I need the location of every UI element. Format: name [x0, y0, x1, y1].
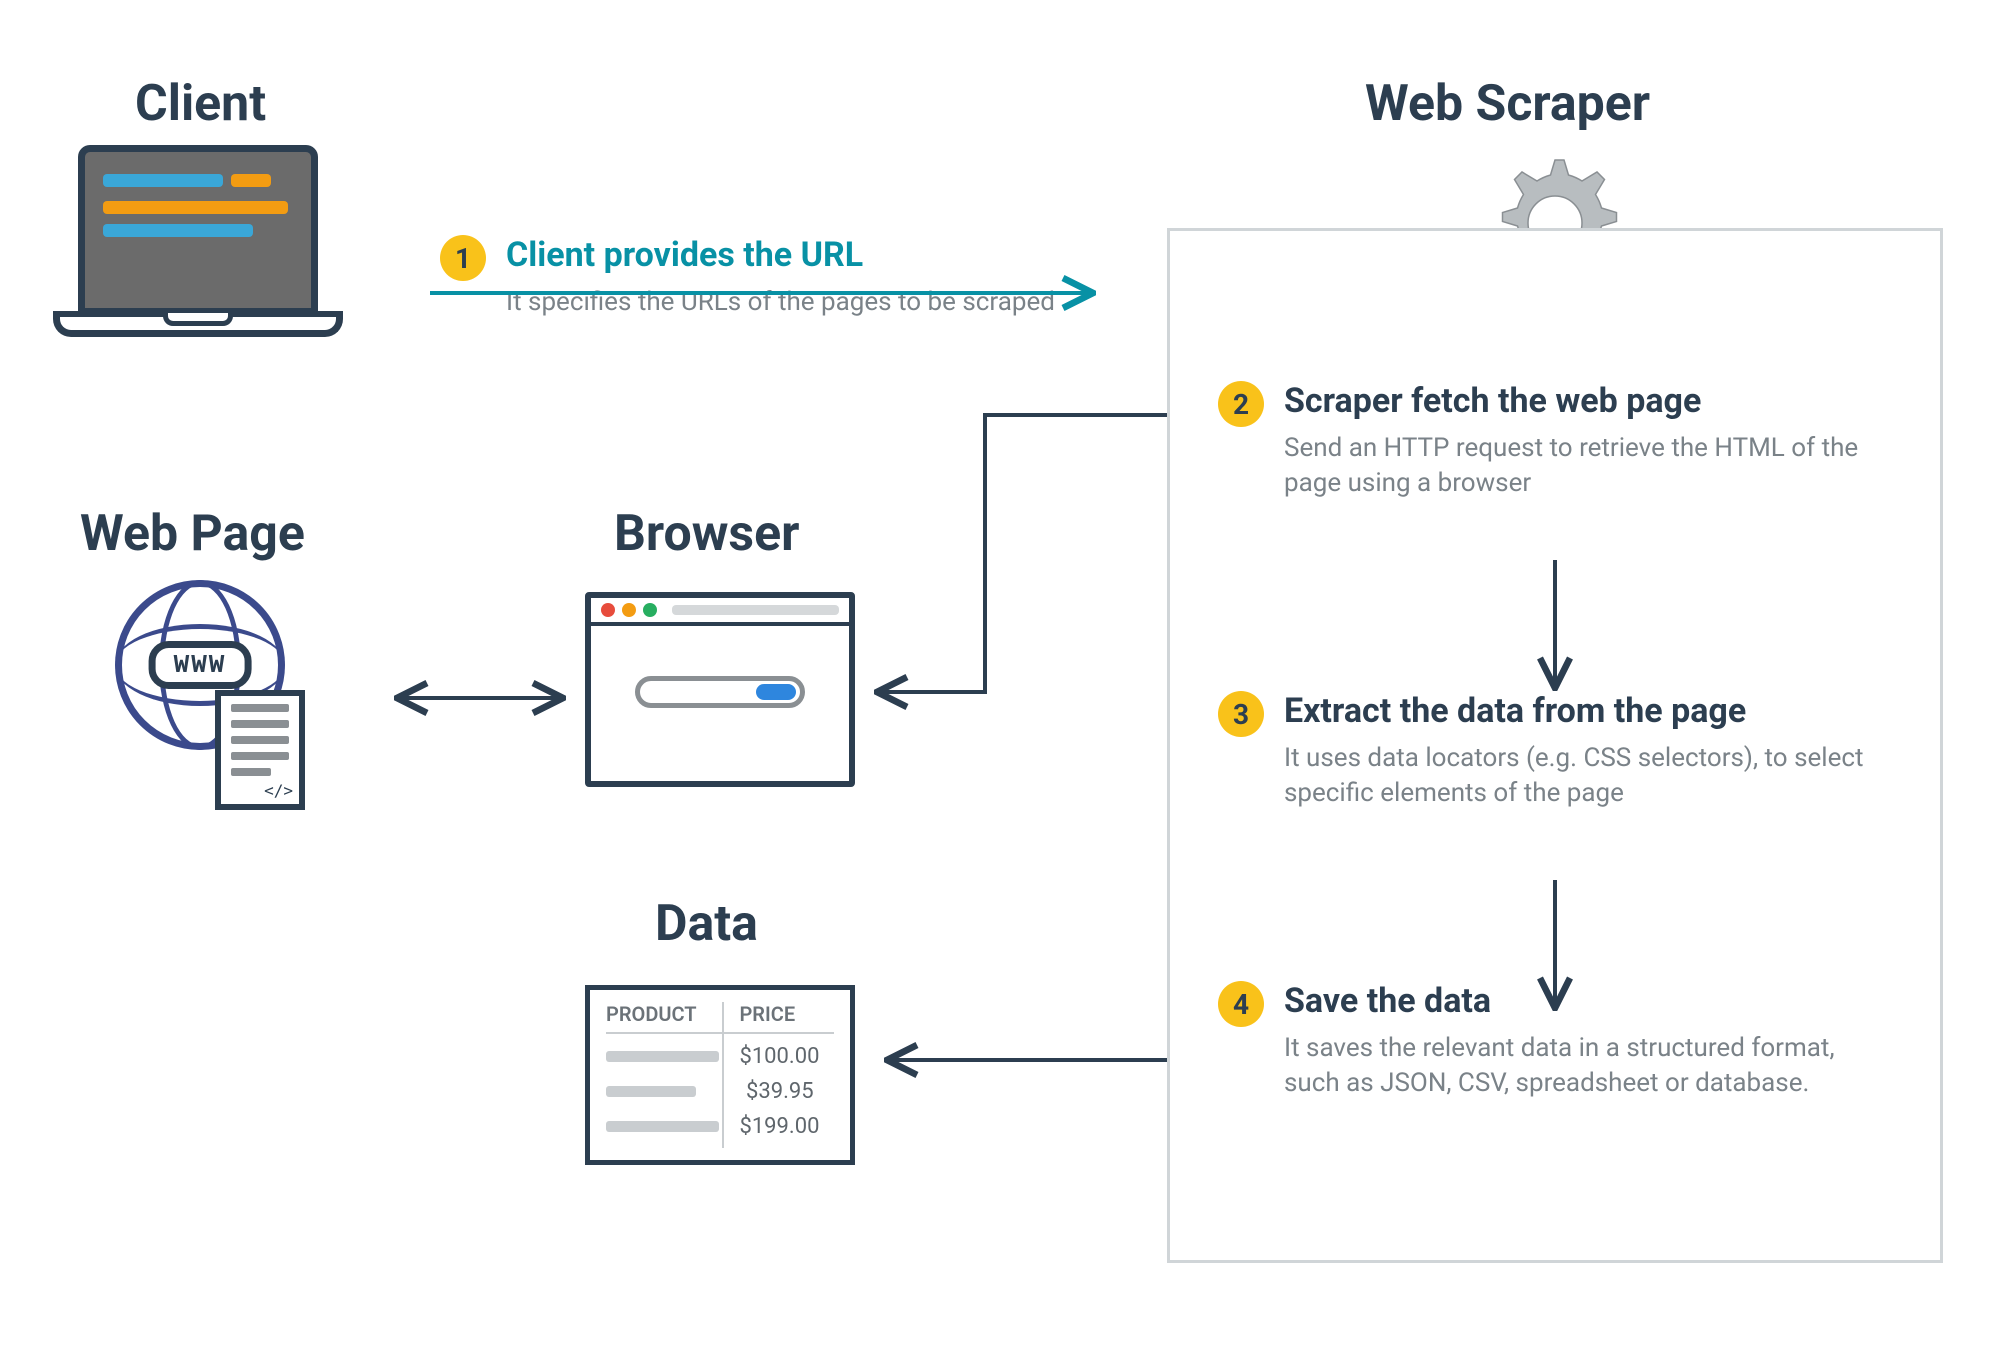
- step-2-title: Scraper fetch the web page: [1284, 381, 1884, 421]
- step-2-desc: Send an HTTP request to retrieve the HTM…: [1284, 431, 1884, 501]
- title-browser: Browser: [614, 505, 799, 563]
- data-table-icon: PRODUCT PRICE $100.00 $39.95 $199.00: [585, 985, 855, 1165]
- traffic-light-yellow-icon: [622, 603, 636, 617]
- step-1: 1 Client provides the URL It specifies t…: [440, 235, 1055, 320]
- laptop-icon: [78, 145, 343, 337]
- title-web-scraper: Web Scraper: [1365, 75, 1650, 133]
- step-badge-3: 3: [1218, 691, 1264, 737]
- html-doc-icon: </>: [215, 690, 305, 810]
- step-3-title: Extract the data from the page: [1284, 691, 1884, 731]
- step-1-desc: It specifies the URLs of the pages to be…: [506, 285, 1055, 320]
- scraper-panel: 2 Scraper fetch the web page Send an HTT…: [1167, 228, 1943, 1263]
- step-4-title: Save the data: [1284, 981, 1884, 1021]
- step-3: 3 Extract the data from the page It uses…: [1218, 691, 1892, 811]
- title-client: Client: [135, 75, 266, 133]
- traffic-light-red-icon: [601, 603, 615, 617]
- step-badge-4: 4: [1218, 981, 1264, 1027]
- globe-icon: WWW </>: [115, 580, 285, 750]
- step-3-desc: It uses data locators (e.g. CSS selector…: [1284, 741, 1884, 811]
- step-4-desc: It saves the relevant data in a structur…: [1284, 1031, 1884, 1101]
- www-badge: WWW: [149, 641, 252, 689]
- price-0: $100.00: [739, 1044, 834, 1069]
- step-badge-2: 2: [1218, 381, 1264, 427]
- step-badge-1: 1: [440, 235, 486, 281]
- step-4: 4 Save the data It saves the relevant da…: [1218, 981, 1892, 1101]
- step-1-title: Client provides the URL: [506, 235, 1055, 275]
- url-field-icon: [635, 676, 805, 708]
- price-1: $39.95: [746, 1079, 834, 1104]
- traffic-light-green-icon: [643, 603, 657, 617]
- title-web-page: Web Page: [80, 505, 305, 563]
- title-data: Data: [655, 895, 758, 953]
- price-2: $199.00: [739, 1114, 834, 1139]
- col-product: PRODUCT: [606, 1002, 719, 1026]
- step-2: 2 Scraper fetch the web page Send an HTT…: [1218, 381, 1892, 501]
- col-price: PRICE: [739, 1002, 834, 1026]
- browser-icon: [585, 592, 855, 787]
